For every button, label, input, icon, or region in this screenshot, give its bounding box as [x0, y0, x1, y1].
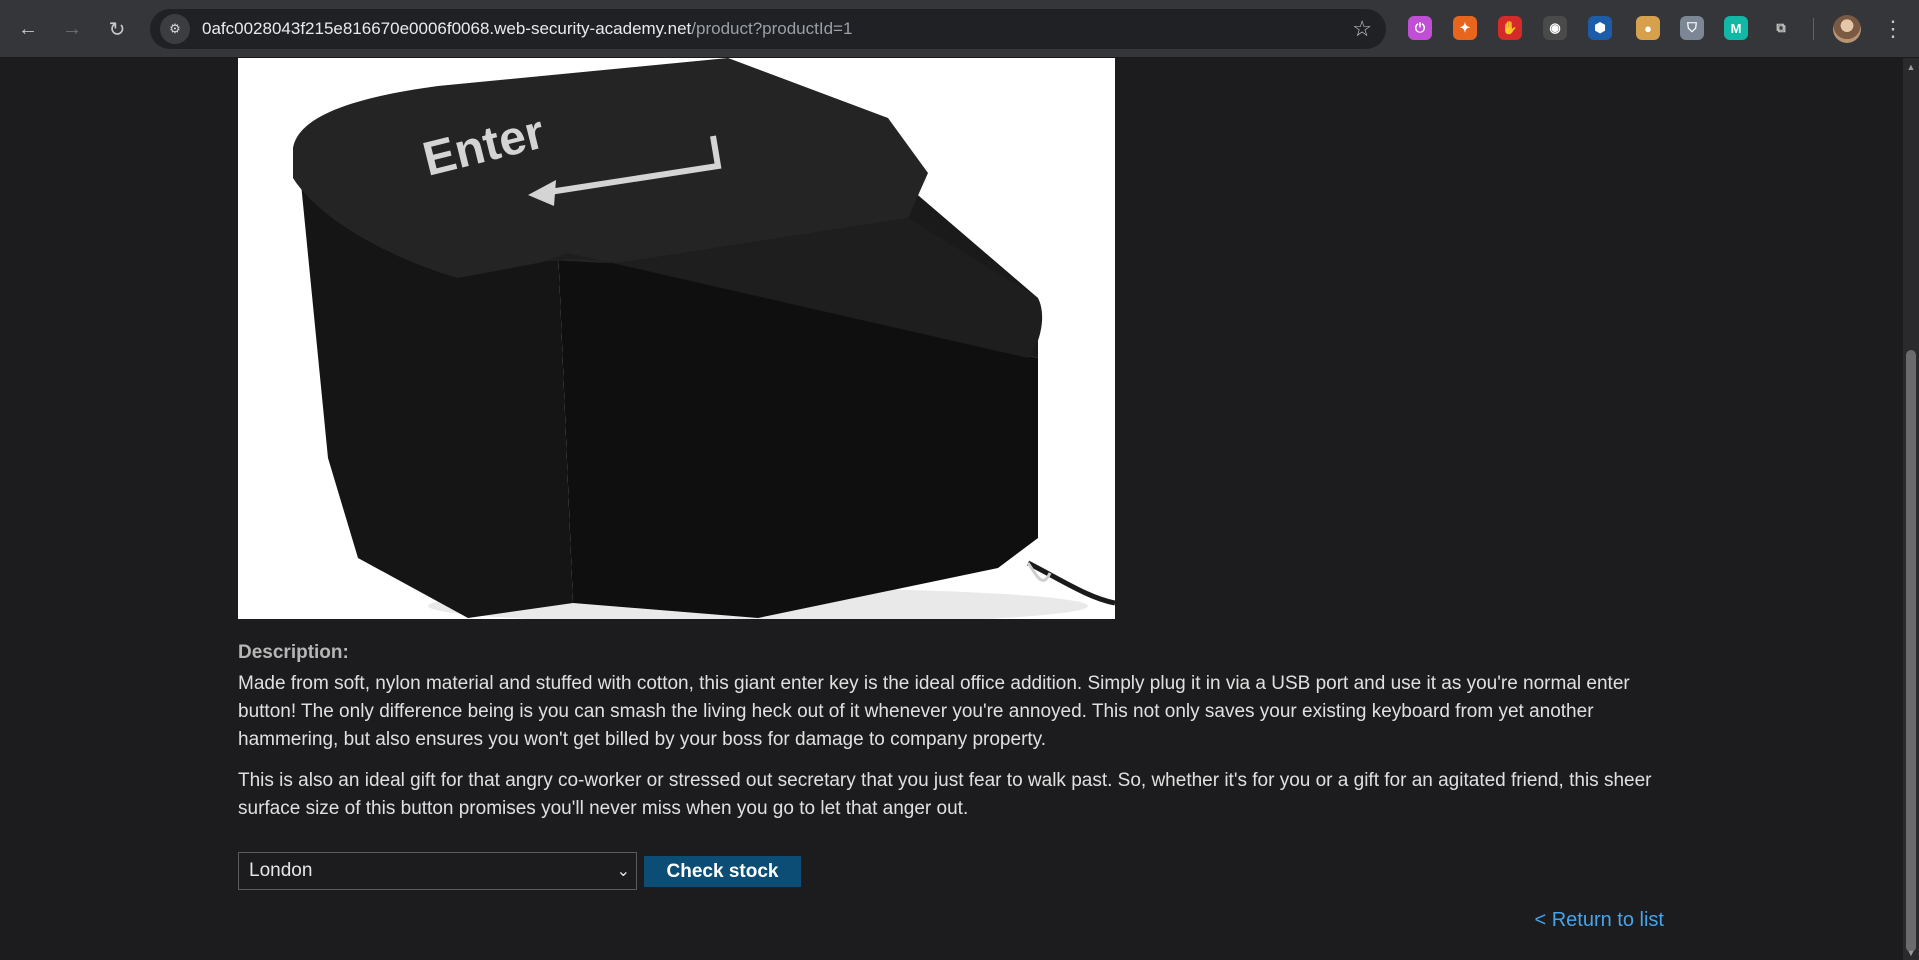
power-extension-icon[interactable]: ⏻	[1408, 16, 1432, 40]
url-host: 0afc0028043f215e816670e0006f0068.web-sec…	[202, 19, 692, 38]
puzzle-extensions-icon[interactable]: ⧉	[1769, 16, 1793, 40]
profile-avatar[interactable]	[1833, 15, 1861, 43]
check-stock-button[interactable]: Check stock	[644, 856, 801, 887]
scrollbar-thumb[interactable]	[1906, 350, 1916, 952]
back-arrow-icon[interactable]: ←	[13, 14, 43, 44]
reload-icon[interactable]: ↻	[102, 14, 132, 44]
store-select[interactable]: London ⌄	[238, 852, 637, 890]
scroll-up-arrow-icon[interactable]: ▲	[1906, 62, 1916, 72]
address-bar[interactable]: ⚙ 0afc0028043f215e816670e0006f0068.web-s…	[150, 9, 1386, 49]
wappalyzer-extension-icon[interactable]: M	[1724, 16, 1748, 40]
browser-toolbar: ← → ↻ ⚙ 0afc0028043f215e816670e0006f0068…	[0, 0, 1919, 58]
description-paragraph-1: Made from soft, nylon material and stuff…	[238, 673, 1630, 750]
hexagon-extension-icon[interactable]: ⬢	[1588, 16, 1612, 40]
forward-arrow-icon[interactable]: →	[57, 14, 87, 44]
shield-extension-icon[interactable]: ⛉	[1680, 16, 1704, 40]
browser-menu-icon[interactable]: ⋮	[1880, 14, 1906, 44]
giant-enter-key-illustration: Enter	[293, 58, 1115, 619]
description-title: Description:	[238, 642, 349, 663]
url-text[interactable]: 0afc0028043f215e816670e0006f0068.web-sec…	[202, 19, 852, 39]
description-paragraph-2: This is also an ideal gift for that angr…	[238, 770, 1652, 819]
site-info-icon[interactable]: ⚙	[160, 14, 190, 44]
cookie-extension-icon[interactable]: ●	[1636, 16, 1660, 40]
burp-extension-icon[interactable]: ✦	[1453, 16, 1477, 40]
scroll-down-arrow-icon[interactable]: ▼	[1906, 948, 1916, 958]
url-path: /product?productId=1	[691, 19, 853, 38]
store-select-value: London	[249, 860, 313, 881]
product-image: Enter	[238, 58, 1115, 619]
bookmark-star-icon[interactable]: ☆	[1352, 16, 1372, 42]
chevron-down-icon: ⌄	[616, 863, 630, 880]
page-scrollbar[interactable]: ▲ ▼	[1903, 58, 1919, 960]
hand-stop-extension-icon[interactable]: ✋	[1498, 16, 1522, 40]
spy-glasses-extension-icon[interactable]: ◉	[1543, 16, 1567, 40]
toolbar-divider	[1813, 18, 1814, 40]
return-to-list-link[interactable]: < Return to list	[1534, 909, 1664, 932]
